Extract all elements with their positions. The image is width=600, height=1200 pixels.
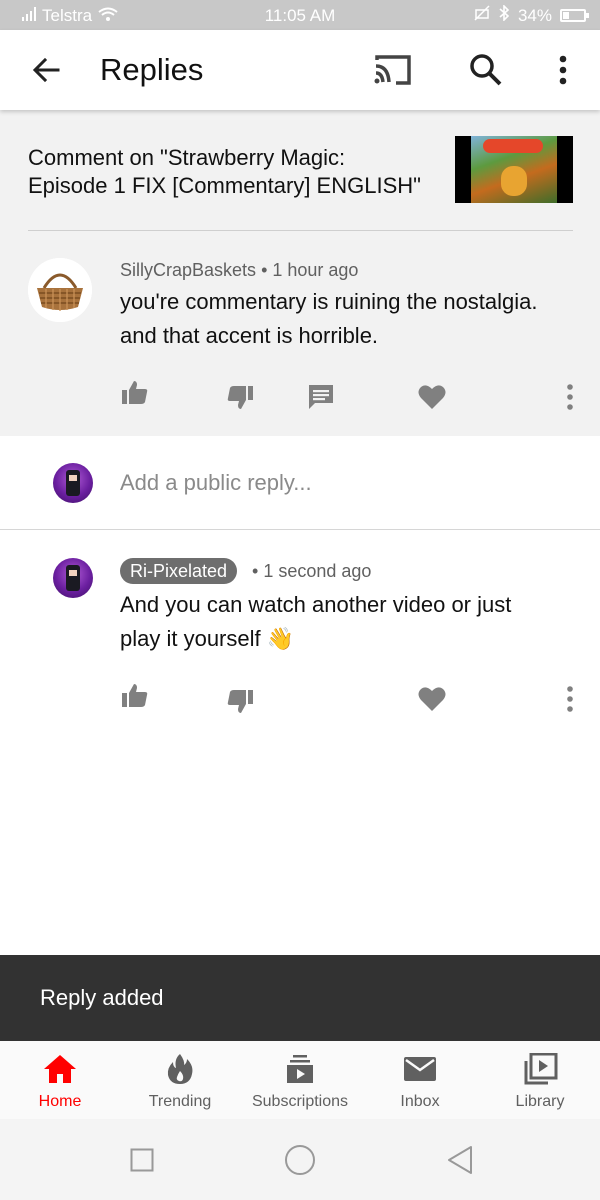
search-icon[interactable] — [468, 52, 504, 88]
back-triangle-icon[interactable] — [446, 1145, 474, 1175]
flame-icon — [162, 1053, 198, 1085]
cast-icon[interactable] — [372, 52, 414, 88]
app-bar: Replies — [0, 30, 600, 110]
thumbnail-character — [501, 166, 527, 196]
video-context-line1: Comment on "Strawberry Magic: — [28, 145, 346, 170]
avatar-figure — [66, 470, 80, 496]
avatar-face — [69, 570, 77, 576]
heart-icon[interactable] — [417, 382, 447, 412]
mail-icon — [402, 1053, 438, 1085]
comment-text-line1: you're commentary is ruining the nostalg… — [120, 289, 538, 314]
comment-meta: SillyCrapBaskets • 1 hour ago — [120, 260, 358, 281]
dislike-icon[interactable] — [225, 686, 255, 716]
thumbnail-art — [471, 136, 557, 203]
reply-text-line1: And you can watch another video or just — [120, 592, 512, 617]
reply-text-line2: play it yourself — [120, 626, 261, 651]
back-arrow-icon[interactable] — [28, 52, 64, 88]
reply-input-row: Add a public reply... — [0, 436, 600, 530]
nav-inbox[interactable]: Inbox — [360, 1041, 480, 1119]
avatar-figure — [66, 565, 80, 591]
bluetooth-icon — [498, 4, 510, 26]
more-vert-icon[interactable] — [550, 52, 576, 88]
dislike-icon[interactable] — [225, 382, 255, 412]
reply-icon[interactable] — [306, 382, 336, 412]
nav-label: Library — [515, 1093, 565, 1110]
reply-meta: • 1 second ago — [252, 561, 371, 582]
author-badge[interactable]: Ri-Pixelated — [120, 558, 238, 584]
reply-text-line2-wrap: play it yourself 👋 — [120, 622, 511, 656]
status-right: 34% — [474, 4, 589, 26]
home-icon — [42, 1053, 78, 1085]
library-icon — [522, 1052, 558, 1085]
video-thumbnail[interactable] — [455, 136, 573, 203]
waving-hand-emoji: 👋 — [266, 626, 295, 651]
heart-icon[interactable] — [417, 684, 447, 714]
more-vert-icon[interactable] — [555, 382, 585, 412]
divider — [28, 230, 573, 231]
nav-subscriptions[interactable]: Subscriptions — [240, 1041, 360, 1119]
meta-separator: • — [261, 260, 273, 280]
meta-separator: • — [252, 561, 264, 581]
avatar[interactable] — [53, 558, 93, 598]
video-context-line2: Episode 1 FIX [Commentary] ENGLISH" — [28, 173, 421, 198]
battery-icon — [560, 9, 589, 22]
comment-body: you're commentary is ruining the nostalg… — [120, 285, 538, 353]
comment-text-line2: and that accent is horrible. — [120, 323, 379, 348]
bottom-nav: Home Trending Subscriptions Inbox Librar… — [0, 1041, 600, 1119]
nav-label: Inbox — [400, 1093, 440, 1110]
reply-time: 1 second ago — [263, 561, 372, 581]
page-title: Replies — [100, 52, 204, 87]
comment-author[interactable]: SillyCrapBaskets — [120, 260, 256, 280]
battery-percent: 34% — [517, 5, 552, 25]
nav-home[interactable]: Home — [0, 1041, 120, 1119]
no-data-icon — [474, 5, 490, 26]
like-icon[interactable] — [120, 378, 150, 408]
status-bar: Telstra 11:05 AM 34% — [0, 0, 600, 30]
avatar[interactable] — [53, 463, 93, 503]
nav-library[interactable]: Library — [480, 1041, 600, 1119]
system-nav-bar — [0, 1119, 600, 1200]
more-vert-icon[interactable] — [555, 684, 585, 714]
snackbar: Reply added — [0, 955, 600, 1041]
snackbar-message: Reply added — [40, 985, 164, 1010]
subscriptions-icon — [282, 1053, 318, 1085]
video-context[interactable]: Comment on "Strawberry Magic: Episode 1 … — [28, 144, 438, 200]
home-circle-icon[interactable] — [284, 1144, 316, 1176]
nav-label: Home — [38, 1093, 82, 1110]
reply-body: And you can watch another video or just … — [120, 588, 511, 656]
thumbnail-logo — [483, 139, 543, 153]
parent-comment-section: Comment on "Strawberry Magic: Episode 1 … — [0, 110, 600, 436]
add-reply-input[interactable]: Add a public reply... — [120, 470, 312, 496]
nav-label: Subscriptions — [251, 1093, 349, 1110]
like-icon[interactable] — [120, 681, 150, 711]
comment-time: 1 hour ago — [272, 260, 359, 280]
recents-icon[interactable] — [130, 1148, 154, 1172]
avatar[interactable] — [28, 258, 92, 322]
avatar-face — [69, 475, 77, 481]
